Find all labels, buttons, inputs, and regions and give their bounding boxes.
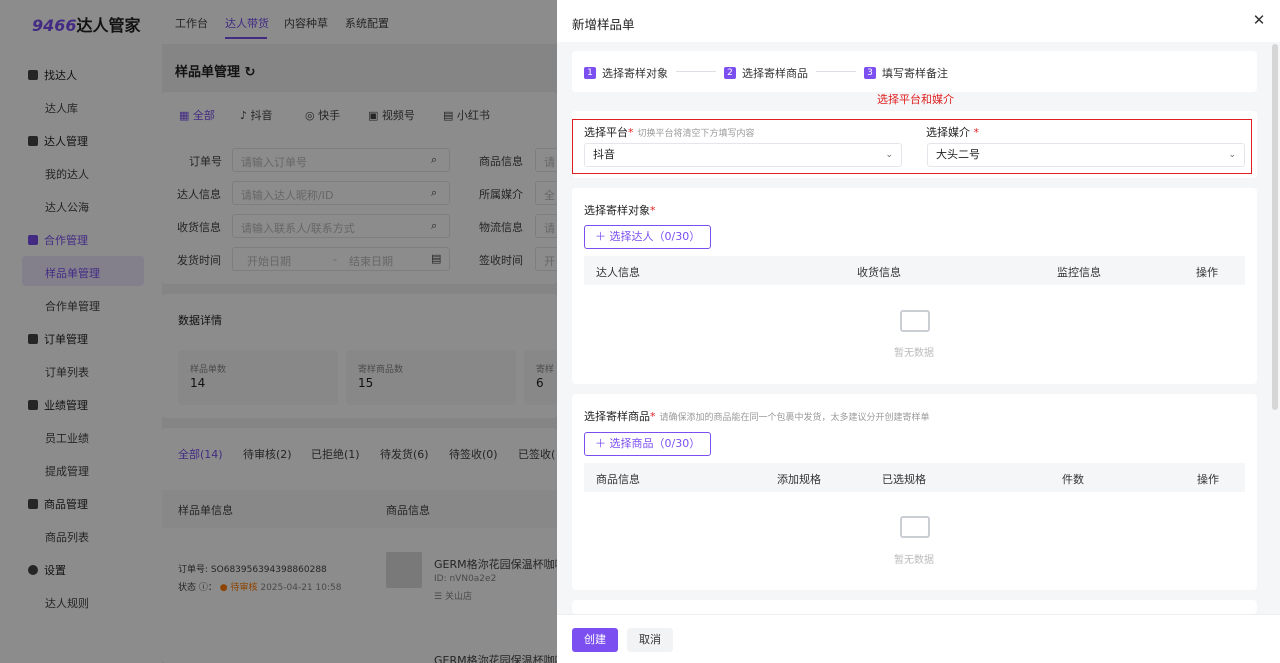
goods-label: 选择寄样商品* 请确保添加的商品能在同一个包裹中发货，太多建议分开创建寄样单: [584, 410, 930, 423]
drawer-title: 新增样品单: [572, 17, 635, 32]
target-section: 选择寄样对象* ＋ 选择达人（0/30） 达人信息 收货信息 监控信息 操作 暂…: [572, 188, 1257, 384]
empty-box-icon: [900, 310, 930, 332]
remark-section: [572, 600, 1257, 614]
media-select[interactable]: 大头二号 ⌄: [927, 143, 1245, 167]
col-receiver-info: 收货信息: [857, 266, 901, 279]
col-monitor-info: 监控信息: [1057, 266, 1101, 279]
col-goods-info: 商品信息: [596, 473, 640, 486]
select-goods-button[interactable]: ＋ 选择商品（0/30）: [584, 432, 712, 456]
col-add-spec: 添加规格: [777, 473, 821, 486]
step-2: 2 选择寄样商品: [724, 65, 808, 81]
select-talent-button[interactable]: ＋ 选择达人（0/30）: [584, 225, 712, 249]
drawer-scrollbar[interactable]: [1272, 44, 1278, 410]
empty-box-icon: [900, 516, 930, 538]
step-3: 3 填写寄样备注: [864, 65, 948, 81]
step-divider: [676, 71, 716, 72]
col-action: 操作: [1196, 266, 1218, 279]
media-label: 选择媒介 *: [926, 126, 979, 139]
close-icon[interactable]: ✕: [1251, 12, 1267, 28]
col-action: 操作: [1197, 473, 1219, 486]
drawer-header: 新增样品单 ✕: [557, 0, 1280, 42]
goods-table-header: 商品信息 添加规格 已选规格 件数 操作: [584, 463, 1245, 492]
platform-label: 选择平台* 切换平台将清空下方填写内容: [584, 126, 755, 139]
annotation-text: 选择平台和媒介: [877, 93, 954, 106]
chevron-down-icon: ⌄: [885, 150, 893, 160]
col-quantity: 件数: [1062, 473, 1084, 486]
empty-text: 暂无数据: [894, 555, 934, 566]
cancel-button[interactable]: 取消: [627, 628, 673, 652]
drawer-footer: 创建 取消: [557, 614, 1280, 663]
steps-bar: 1 选择寄样对象 2 选择寄样商品 3 填写寄样备注: [572, 51, 1257, 92]
col-talent-info: 达人信息: [596, 266, 640, 279]
goods-section: 选择寄样商品* 请确保添加的商品能在同一个包裹中发货，太多建议分开创建寄样单 ＋ …: [572, 394, 1257, 590]
step-1: 1 选择寄样对象: [584, 65, 668, 81]
empty-text: 暂无数据: [894, 348, 934, 359]
target-label: 选择寄样对象*: [584, 204, 656, 217]
col-selected-spec: 已选规格: [882, 473, 926, 486]
new-sample-drawer: 新增样品单 ✕ 1 选择寄样对象 2 选择寄样商品 3 填写寄样备注 选择平台和媒介 …: [557, 0, 1280, 663]
target-table-header: 达人信息 收货信息 监控信息 操作: [584, 256, 1245, 285]
chevron-down-icon: ⌄: [1228, 150, 1236, 160]
create-button[interactable]: 创建: [572, 628, 618, 652]
step-divider: [816, 71, 856, 72]
platform-select[interactable]: 抖音 ⌄: [584, 143, 902, 167]
